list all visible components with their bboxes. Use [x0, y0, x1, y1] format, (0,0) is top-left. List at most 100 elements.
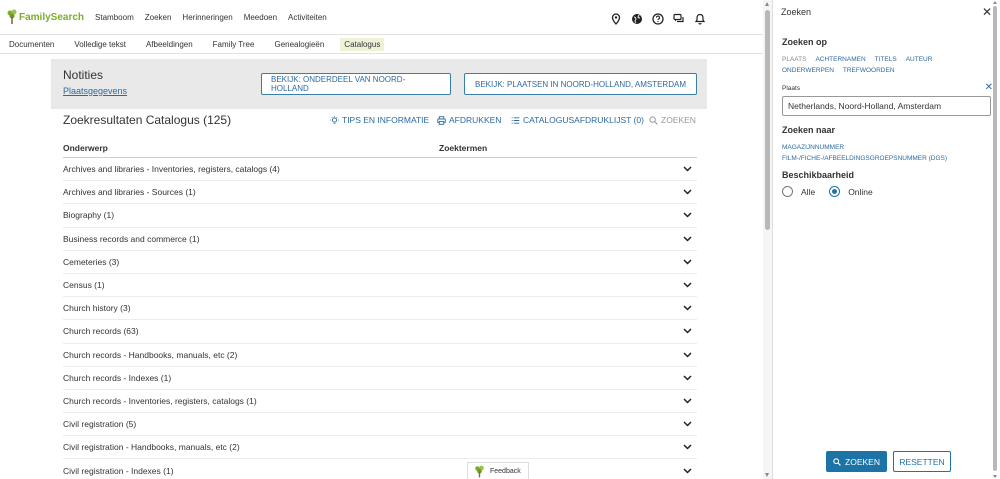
tab-plaats[interactable]: PLAATS [782, 56, 806, 63]
search-toggle-label: ZOEKEN [661, 115, 696, 125]
chevron-down-icon[interactable] [683, 373, 697, 383]
panel-scroll-down-arrow[interactable] [993, 475, 997, 478]
row-label: Church records (63) [63, 326, 139, 337]
tips-button[interactable]: TIPS EN INFORMATIE [330, 115, 429, 125]
chevron-down-icon[interactable] [683, 442, 697, 452]
view-places-in-button[interactable]: BEKIJK: PLAATSEN IN NOORD-HOLLAND, AMSTE… [464, 73, 697, 95]
tab-achternamen[interactable]: ACHTERNAMEN [815, 56, 865, 63]
search-icon [833, 457, 841, 466]
table-row[interactable]: Cemeteries (3) [63, 251, 697, 274]
call-number-link[interactable]: MAGAZIJNNUMMER [782, 142, 947, 153]
table-row[interactable]: Census (1) [63, 274, 697, 298]
availability-heading: Beschikbaarheid [782, 170, 855, 180]
scroll-down-arrow[interactable] [765, 473, 769, 477]
table-row[interactable]: Biography (1) [63, 204, 697, 228]
table-row[interactable]: Civil registration (5) [63, 413, 697, 437]
radio-all-label: Alle [801, 186, 816, 197]
search-toggle-button[interactable]: ZOEKEN [649, 115, 696, 125]
main-scrollbar[interactable] [763, 0, 772, 479]
scroll-up-arrow[interactable] [765, 2, 769, 6]
table-row[interactable]: Church history (3) [63, 297, 697, 321]
familysearch-logo[interactable]: FamilySearch [6, 9, 84, 25]
radio-all[interactable] [782, 186, 793, 197]
table-row[interactable]: Business records and commerce (1) [63, 228, 697, 251]
tab-auteur[interactable]: AUTEUR [906, 56, 933, 63]
place-details-link[interactable]: Plaatsgegevens [63, 86, 127, 96]
bell-icon[interactable] [693, 12, 706, 25]
table-row[interactable]: Church records - Inventories, registers,… [63, 390, 697, 414]
printer-icon [437, 115, 446, 125]
sub-navigation: Documenten Volledige tekst Afbeeldingen … [0, 35, 772, 54]
lightbulb-icon [330, 115, 339, 124]
subnav-documenten[interactable]: Documenten [5, 38, 58, 51]
scroll-thumb[interactable] [765, 10, 770, 230]
subnav-catalogus[interactable]: Catalogus [340, 37, 385, 51]
feedback-label: Feedback [490, 467, 521, 475]
place-field-label: Plaats [782, 85, 801, 92]
reset-button[interactable]: RESETTEN [893, 451, 951, 472]
print-button[interactable]: AFDRUKKEN [437, 115, 501, 125]
help-icon[interactable] [651, 12, 664, 25]
table-row[interactable]: Civil registration - Indexes (1) [63, 459, 697, 479]
row-label: Civil registration - Indexes (1) [63, 465, 174, 476]
tab-trefwoorden[interactable]: TREFWOORDEN [843, 67, 895, 74]
chevron-down-icon[interactable] [683, 350, 697, 360]
search-type-tabs: PLAATS ACHTERNAMEN TITELS AUTEUR ONDERWERPE… [782, 54, 952, 76]
tab-titels[interactable]: TITELS [875, 56, 897, 63]
nav-link-herinneringen[interactable]: Herinneringen [182, 13, 232, 22]
chevron-down-icon[interactable] [683, 234, 697, 244]
table-row[interactable]: Civil registration - Handbooks, manuals,… [63, 436, 697, 460]
chat-icon[interactable] [672, 12, 685, 25]
subnav-family-tree[interactable]: Family Tree [209, 38, 259, 51]
nav-link-activiteiten[interactable]: Activiteiten [288, 13, 327, 22]
view-part-of-button[interactable]: BEKIJK: ONDERDEEL VAN NOORD-HOLLAND [261, 73, 451, 95]
chevron-down-icon[interactable] [683, 396, 697, 406]
panel-scroll-thumb[interactable] [993, 6, 997, 471]
print-list-button[interactable]: CATALOGUSAFDRUKLIJST (0) [511, 115, 644, 125]
chevron-down-icon[interactable] [683, 280, 697, 290]
tree-feedback-icon [475, 465, 484, 477]
row-label: Civil registration (5) [63, 419, 137, 430]
chevron-down-icon[interactable] [683, 187, 697, 197]
table-row[interactable]: Church records - Handbooks, manuals, etc… [63, 344, 697, 367]
film-dgs-number-link[interactable]: FILM-/FICHE-/AFBEELDINGSGROEPSNUMMER (DG… [782, 153, 947, 164]
chevron-down-icon[interactable] [683, 466, 697, 476]
nav-link-zoeken[interactable]: Zoeken [145, 13, 172, 22]
table-row[interactable]: Archives and libraries - Inventories, re… [63, 158, 697, 182]
row-label: Church records - Handbooks, manuals, etc… [63, 349, 238, 360]
subnav-genealogieen[interactable]: Genealogieën [270, 38, 328, 51]
radio-online[interactable] [829, 186, 841, 197]
panel-scrollbar[interactable] [992, 0, 998, 479]
table-row[interactable]: Church records - Indexes (1) [63, 367, 697, 390]
row-label: Archives and libraries - Inventories, re… [63, 164, 280, 175]
chevron-down-icon[interactable] [683, 210, 697, 220]
tab-onderwerpen[interactable]: ONDERWERPEN [782, 67, 834, 74]
panel-scroll-up-arrow[interactable] [993, 1, 997, 4]
subnav-afbeeldingen[interactable]: Afbeeldingen [142, 38, 197, 51]
row-label: Civil registration - Handbooks, manuals,… [63, 442, 240, 453]
chevron-down-icon[interactable] [683, 257, 697, 267]
subnav-volledige-tekst[interactable]: Volledige tekst [70, 38, 130, 51]
row-label: Archives and libraries - Sources (1) [63, 187, 196, 198]
row-label: Census (1) [63, 280, 105, 291]
place-input[interactable]: Netherlands, Noord-Holland, Amsterdam [782, 96, 991, 116]
chevron-down-icon[interactable] [683, 419, 697, 429]
chevron-down-icon[interactable] [683, 164, 697, 174]
nav-link-stamboom[interactable]: Stamboom [95, 13, 134, 22]
top-navigation: FamilySearch Stamboom Zoeken Herinnering… [0, 0, 772, 35]
tree-logo-icon [7, 9, 17, 24]
table-row[interactable]: Archives and libraries - Sources (1) [63, 181, 697, 205]
nav-link-meedoen[interactable]: Meedoen [244, 13, 277, 22]
availability-radio-group: Alle Online [782, 186, 887, 197]
close-icon[interactable]: ✕ [982, 5, 992, 19]
chevron-down-icon[interactable] [683, 326, 697, 336]
chevron-down-icon[interactable] [683, 303, 697, 313]
search-submit-button[interactable]: ZOEKEN [826, 451, 887, 472]
globe-icon[interactable] [630, 12, 643, 25]
table-row[interactable]: Church records (63) [63, 320, 697, 344]
column-header-subject: Onderwerp [63, 143, 108, 153]
location-pin-icon[interactable] [609, 12, 622, 25]
radio-online-label: Online [848, 186, 873, 197]
feedback-button[interactable]: Feedback [467, 462, 529, 479]
print-list-label: CATALOGUSAFDRUKLIJST (0) [523, 115, 644, 125]
